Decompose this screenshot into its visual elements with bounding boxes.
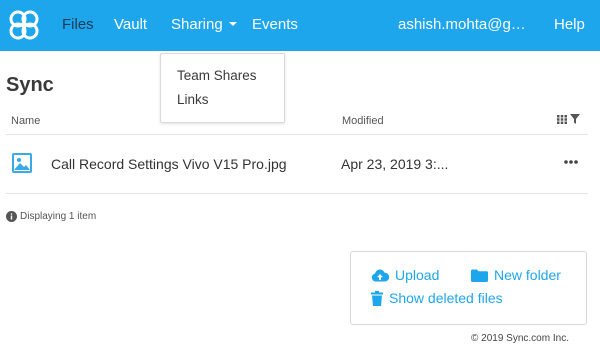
table-header-tools <box>557 114 580 124</box>
show-deleted-label: Show deleted files <box>389 290 503 306</box>
sync-logo-icon[interactable] <box>7 8 41 42</box>
nav-vault[interactable]: Vault <box>114 16 147 33</box>
nav-help[interactable]: Help <box>554 16 585 33</box>
new-folder-button[interactable]: New folder <box>471 267 561 283</box>
file-modified-date: Apr 23, 2019 3:... <box>341 156 449 172</box>
nav-files[interactable]: Files <box>62 16 94 33</box>
column-header-name[interactable]: Name <box>11 115 40 127</box>
table-divider <box>6 193 588 194</box>
menu-item-team-shares[interactable]: Team Shares <box>177 68 257 83</box>
status-text: Displaying 1 item <box>20 211 97 222</box>
filter-icon[interactable] <box>570 114 580 124</box>
nav-sharing[interactable]: Sharing <box>171 16 237 33</box>
nav-sharing-label: Sharing <box>171 16 223 33</box>
caret-down-icon <box>228 22 237 27</box>
upload-label: Upload <box>395 267 440 283</box>
sharing-dropdown-menu: Team Shares Links <box>160 53 285 123</box>
upload-button[interactable]: Upload <box>371 267 439 283</box>
top-navigation-bar: Files Vault Sharing Events ashish.mohta@… <box>0 0 600 51</box>
cloud-upload-icon <box>371 269 389 282</box>
file-name[interactable]: Call Record Settings Vivo V15 Pro.jpg <box>51 156 287 172</box>
nav-events[interactable]: Events <box>252 16 298 33</box>
image-file-icon <box>11 152 33 174</box>
table-row[interactable]: Call Record Settings Vivo V15 Pro.jpg Ap… <box>6 135 588 193</box>
menu-item-links[interactable]: Links <box>177 92 209 107</box>
new-folder-label: New folder <box>494 267 561 283</box>
column-header-modified[interactable]: Modified <box>342 115 384 127</box>
file-actions-panel: Upload New folder Show deleted files <box>350 251 587 325</box>
grid-view-icon[interactable] <box>557 114 567 124</box>
folder-icon <box>471 269 488 282</box>
item-count-status: Displaying 1 item <box>6 211 96 222</box>
nav-user-account[interactable]: ashish.mohta@gmai... <box>398 16 532 33</box>
show-deleted-files-button[interactable]: Show deleted files <box>371 290 503 306</box>
more-options-icon[interactable] <box>562 157 582 167</box>
trash-icon <box>371 290 383 306</box>
info-icon <box>6 211 17 222</box>
copyright-footer: © 2019 Sync.com Inc. <box>471 333 569 344</box>
page-title: Sync <box>6 74 54 96</box>
